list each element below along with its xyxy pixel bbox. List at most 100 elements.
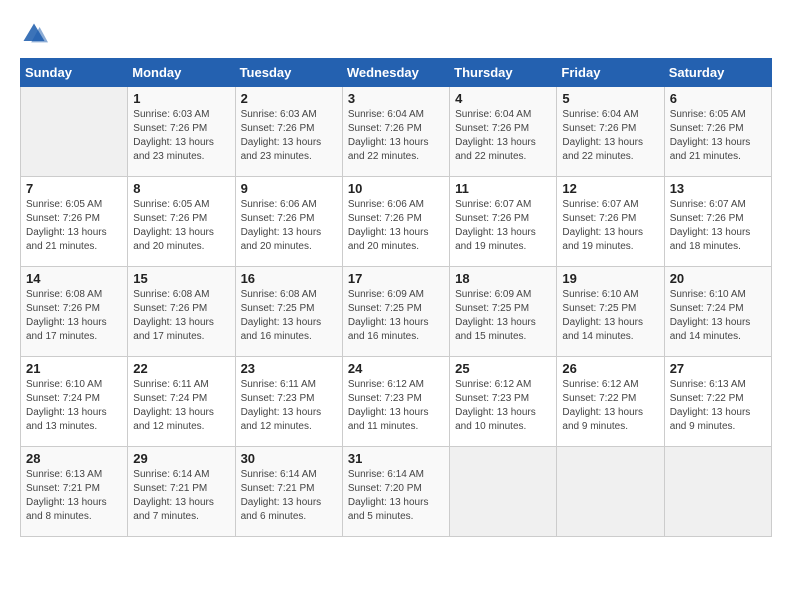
day-info: Sunrise: 6:13 AM Sunset: 7:22 PM Dayligh…: [670, 378, 766, 434]
calendar-cell: 25 Sunrise: 6:12 AM Sunset: 7:23 PM Dayl…: [450, 357, 557, 447]
day-info: Sunrise: 6:07 AM Sunset: 7:26 PM Dayligh…: [455, 198, 551, 254]
calendar-cell: [21, 87, 128, 177]
calendar-cell: [557, 447, 664, 537]
day-number: 26: [562, 361, 658, 376]
calendar-cell: 20 Sunrise: 6:10 AM Sunset: 7:24 PM Dayl…: [664, 267, 771, 357]
day-info: Sunrise: 6:11 AM Sunset: 7:24 PM Dayligh…: [133, 378, 229, 434]
day-header-tuesday: Tuesday: [235, 59, 342, 87]
day-info: Sunrise: 6:05 AM Sunset: 7:26 PM Dayligh…: [133, 198, 229, 254]
logo-icon: [20, 20, 48, 48]
day-number: 9: [241, 181, 337, 196]
day-number: 13: [670, 181, 766, 196]
day-info: Sunrise: 6:10 AM Sunset: 7:24 PM Dayligh…: [26, 378, 122, 434]
calendar-cell: [450, 447, 557, 537]
day-info: Sunrise: 6:08 AM Sunset: 7:26 PM Dayligh…: [26, 288, 122, 344]
calendar-body: 1 Sunrise: 6:03 AM Sunset: 7:26 PM Dayli…: [21, 87, 772, 537]
calendar-cell: 28 Sunrise: 6:13 AM Sunset: 7:21 PM Dayl…: [21, 447, 128, 537]
day-number: 2: [241, 91, 337, 106]
calendar-cell: 1 Sunrise: 6:03 AM Sunset: 7:26 PM Dayli…: [128, 87, 235, 177]
calendar-cell: 15 Sunrise: 6:08 AM Sunset: 7:26 PM Dayl…: [128, 267, 235, 357]
calendar-cell: 21 Sunrise: 6:10 AM Sunset: 7:24 PM Dayl…: [21, 357, 128, 447]
day-info: Sunrise: 6:04 AM Sunset: 7:26 PM Dayligh…: [455, 108, 551, 164]
calendar-cell: 12 Sunrise: 6:07 AM Sunset: 7:26 PM Dayl…: [557, 177, 664, 267]
day-info: Sunrise: 6:07 AM Sunset: 7:26 PM Dayligh…: [670, 198, 766, 254]
day-header-monday: Monday: [128, 59, 235, 87]
calendar-week-row: 7 Sunrise: 6:05 AM Sunset: 7:26 PM Dayli…: [21, 177, 772, 267]
day-number: 15: [133, 271, 229, 286]
day-info: Sunrise: 6:10 AM Sunset: 7:25 PM Dayligh…: [562, 288, 658, 344]
day-number: 4: [455, 91, 551, 106]
day-info: Sunrise: 6:08 AM Sunset: 7:25 PM Dayligh…: [241, 288, 337, 344]
calendar-cell: 22 Sunrise: 6:11 AM Sunset: 7:24 PM Dayl…: [128, 357, 235, 447]
day-number: 23: [241, 361, 337, 376]
day-info: Sunrise: 6:12 AM Sunset: 7:23 PM Dayligh…: [348, 378, 444, 434]
calendar-cell: 11 Sunrise: 6:07 AM Sunset: 7:26 PM Dayl…: [450, 177, 557, 267]
day-info: Sunrise: 6:06 AM Sunset: 7:26 PM Dayligh…: [348, 198, 444, 254]
day-info: Sunrise: 6:14 AM Sunset: 7:20 PM Dayligh…: [348, 468, 444, 524]
day-info: Sunrise: 6:12 AM Sunset: 7:22 PM Dayligh…: [562, 378, 658, 434]
day-header-thursday: Thursday: [450, 59, 557, 87]
day-info: Sunrise: 6:07 AM Sunset: 7:26 PM Dayligh…: [562, 198, 658, 254]
day-number: 11: [455, 181, 551, 196]
day-info: Sunrise: 6:06 AM Sunset: 7:26 PM Dayligh…: [241, 198, 337, 254]
calendar-cell: 17 Sunrise: 6:09 AM Sunset: 7:25 PM Dayl…: [342, 267, 449, 357]
day-header-sunday: Sunday: [21, 59, 128, 87]
day-info: Sunrise: 6:09 AM Sunset: 7:25 PM Dayligh…: [455, 288, 551, 344]
calendar-table: SundayMondayTuesdayWednesdayThursdayFrid…: [20, 58, 772, 537]
calendar-cell: 9 Sunrise: 6:06 AM Sunset: 7:26 PM Dayli…: [235, 177, 342, 267]
calendar-cell: 16 Sunrise: 6:08 AM Sunset: 7:25 PM Dayl…: [235, 267, 342, 357]
calendar-cell: 19 Sunrise: 6:10 AM Sunset: 7:25 PM Dayl…: [557, 267, 664, 357]
day-info: Sunrise: 6:10 AM Sunset: 7:24 PM Dayligh…: [670, 288, 766, 344]
day-number: 29: [133, 451, 229, 466]
day-number: 24: [348, 361, 444, 376]
day-number: 6: [670, 91, 766, 106]
day-info: Sunrise: 6:04 AM Sunset: 7:26 PM Dayligh…: [562, 108, 658, 164]
day-info: Sunrise: 6:04 AM Sunset: 7:26 PM Dayligh…: [348, 108, 444, 164]
calendar-week-row: 14 Sunrise: 6:08 AM Sunset: 7:26 PM Dayl…: [21, 267, 772, 357]
day-info: Sunrise: 6:09 AM Sunset: 7:25 PM Dayligh…: [348, 288, 444, 344]
calendar-week-row: 28 Sunrise: 6:13 AM Sunset: 7:21 PM Dayl…: [21, 447, 772, 537]
day-info: Sunrise: 6:03 AM Sunset: 7:26 PM Dayligh…: [241, 108, 337, 164]
calendar-header-row: SundayMondayTuesdayWednesdayThursdayFrid…: [21, 59, 772, 87]
calendar-week-row: 21 Sunrise: 6:10 AM Sunset: 7:24 PM Dayl…: [21, 357, 772, 447]
day-number: 14: [26, 271, 122, 286]
day-header-friday: Friday: [557, 59, 664, 87]
day-header-saturday: Saturday: [664, 59, 771, 87]
page-header: [20, 20, 772, 48]
day-number: 27: [670, 361, 766, 376]
day-info: Sunrise: 6:14 AM Sunset: 7:21 PM Dayligh…: [241, 468, 337, 524]
calendar-cell: 7 Sunrise: 6:05 AM Sunset: 7:26 PM Dayli…: [21, 177, 128, 267]
day-number: 31: [348, 451, 444, 466]
calendar-cell: 30 Sunrise: 6:14 AM Sunset: 7:21 PM Dayl…: [235, 447, 342, 537]
day-info: Sunrise: 6:03 AM Sunset: 7:26 PM Dayligh…: [133, 108, 229, 164]
day-info: Sunrise: 6:08 AM Sunset: 7:26 PM Dayligh…: [133, 288, 229, 344]
day-number: 1: [133, 91, 229, 106]
day-info: Sunrise: 6:14 AM Sunset: 7:21 PM Dayligh…: [133, 468, 229, 524]
day-info: Sunrise: 6:05 AM Sunset: 7:26 PM Dayligh…: [670, 108, 766, 164]
day-info: Sunrise: 6:13 AM Sunset: 7:21 PM Dayligh…: [26, 468, 122, 524]
calendar-cell: 23 Sunrise: 6:11 AM Sunset: 7:23 PM Dayl…: [235, 357, 342, 447]
calendar-cell: 4 Sunrise: 6:04 AM Sunset: 7:26 PM Dayli…: [450, 87, 557, 177]
day-number: 10: [348, 181, 444, 196]
day-header-wednesday: Wednesday: [342, 59, 449, 87]
calendar-cell: 29 Sunrise: 6:14 AM Sunset: 7:21 PM Dayl…: [128, 447, 235, 537]
calendar-cell: 5 Sunrise: 6:04 AM Sunset: 7:26 PM Dayli…: [557, 87, 664, 177]
day-number: 18: [455, 271, 551, 286]
calendar-cell: 2 Sunrise: 6:03 AM Sunset: 7:26 PM Dayli…: [235, 87, 342, 177]
calendar-cell: 8 Sunrise: 6:05 AM Sunset: 7:26 PM Dayli…: [128, 177, 235, 267]
day-info: Sunrise: 6:05 AM Sunset: 7:26 PM Dayligh…: [26, 198, 122, 254]
day-info: Sunrise: 6:11 AM Sunset: 7:23 PM Dayligh…: [241, 378, 337, 434]
day-number: 5: [562, 91, 658, 106]
calendar-cell: 13 Sunrise: 6:07 AM Sunset: 7:26 PM Dayl…: [664, 177, 771, 267]
day-number: 17: [348, 271, 444, 286]
calendar-cell: 10 Sunrise: 6:06 AM Sunset: 7:26 PM Dayl…: [342, 177, 449, 267]
calendar-cell: 6 Sunrise: 6:05 AM Sunset: 7:26 PM Dayli…: [664, 87, 771, 177]
day-info: Sunrise: 6:12 AM Sunset: 7:23 PM Dayligh…: [455, 378, 551, 434]
day-number: 16: [241, 271, 337, 286]
calendar-cell: 14 Sunrise: 6:08 AM Sunset: 7:26 PM Dayl…: [21, 267, 128, 357]
day-number: 30: [241, 451, 337, 466]
day-number: 19: [562, 271, 658, 286]
day-number: 22: [133, 361, 229, 376]
calendar-cell: 18 Sunrise: 6:09 AM Sunset: 7:25 PM Dayl…: [450, 267, 557, 357]
calendar-week-row: 1 Sunrise: 6:03 AM Sunset: 7:26 PM Dayli…: [21, 87, 772, 177]
